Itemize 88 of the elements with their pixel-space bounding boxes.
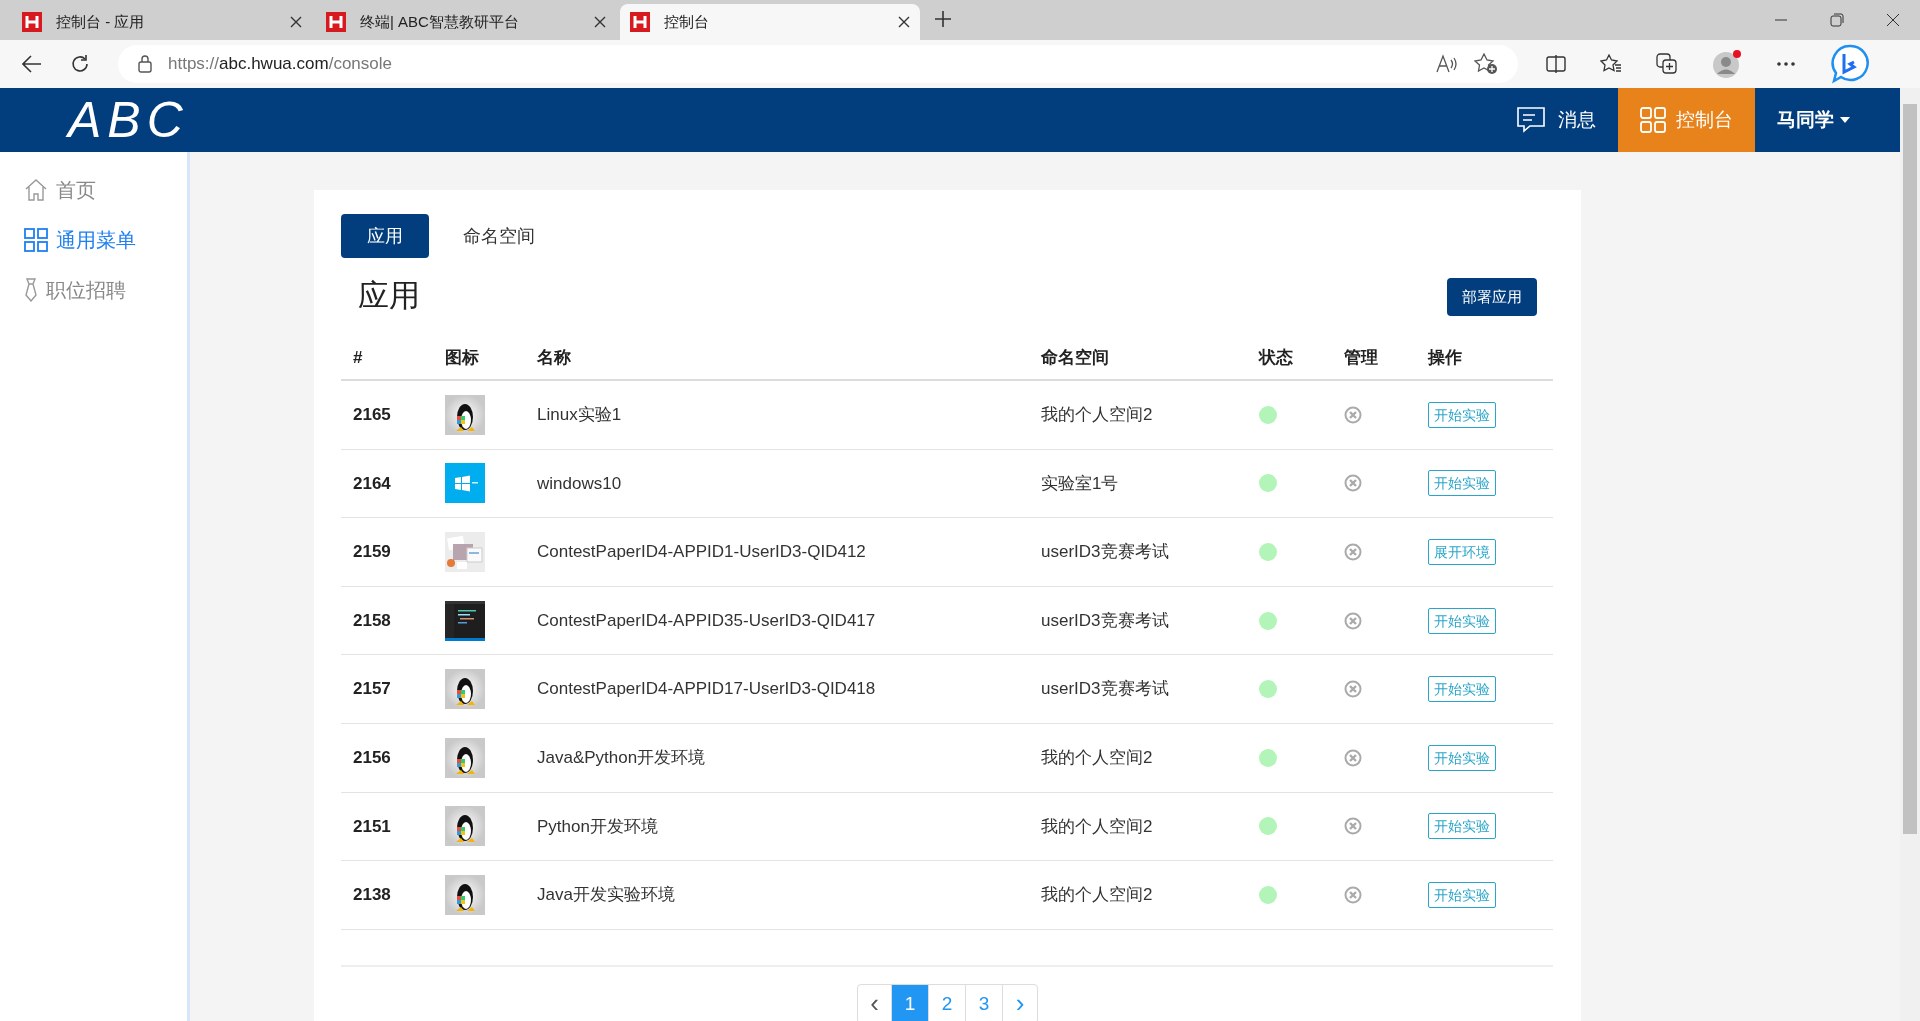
sidebar-item[interactable]: 首页 <box>24 176 187 204</box>
grid-icon <box>1640 107 1666 133</box>
site-icon <box>22 12 42 32</box>
app-name: Java开发实验环境 <box>537 885 675 905</box>
namespace-name: 实验室1号 <box>1041 473 1119 493</box>
namespace-name: userID3竞赛考试 <box>1041 542 1169 562</box>
back-icon[interactable] <box>22 55 42 73</box>
new-tab-icon[interactable] <box>934 10 952 28</box>
namespace-name: 我的个人空间2 <box>1041 405 1153 425</box>
namespace-name: userID3竞赛考试 <box>1041 610 1169 630</box>
header-nav-item[interactable]: 消息 <box>1494 88 1618 152</box>
url-text: https://abc.hwua.com/console <box>168 53 393 76</box>
add-favorite-icon[interactable] <box>1474 53 1498 75</box>
split-screen-icon[interactable] <box>1546 54 1566 74</box>
column-header: 操作 <box>1428 347 1462 367</box>
app-name: Java&Python开发环境 <box>537 748 706 767</box>
app-name: Linux实验1 <box>537 405 622 425</box>
profile-avatar-icon[interactable] <box>1712 49 1742 79</box>
more-icon[interactable] <box>1776 61 1796 67</box>
chat-assistant-icon[interactable] <box>1830 44 1870 84</box>
close-icon[interactable] <box>290 16 302 28</box>
namespace-name: userID3竞赛考试 <box>1041 679 1169 699</box>
app-name: ContestPaperID4-APPID1-UserID3-QID412 <box>537 542 866 562</box>
user-menu[interactable]: 马同学 <box>1755 88 1900 152</box>
namespace-name: 我的个人空间2 <box>1041 816 1153 836</box>
content-tab[interactable]: 应用 <box>341 214 429 258</box>
sidebar-item[interactable]: 通用菜单 <box>24 226 187 254</box>
site-icon <box>326 12 346 32</box>
close-icon[interactable] <box>594 16 606 28</box>
home-icon <box>24 178 48 202</box>
lock-icon <box>138 55 152 73</box>
header-nav-item[interactable]: 控制台 <box>1618 88 1755 152</box>
start-lab-button[interactable]: 开始实验 <box>1428 470 1496 497</box>
page-link[interactable]: 3 <box>966 984 1003 1021</box>
app-id: 2158 <box>353 610 391 630</box>
column-header: 名称 <box>537 347 571 367</box>
content-tab[interactable]: 命名空间 <box>437 214 561 258</box>
message-icon <box>1516 106 1548 134</box>
namespace-name: 我的个人空间2 <box>1041 748 1153 767</box>
app-id: 2157 <box>353 679 391 699</box>
start-lab-button[interactable]: 开始实验 <box>1428 676 1496 703</box>
app-name: Python开发环境 <box>537 816 658 836</box>
start-lab-button[interactable]: 开始实验 <box>1428 881 1496 908</box>
tie-icon <box>24 278 38 302</box>
collections-icon[interactable] <box>1656 53 1678 75</box>
browser-tab[interactable]: 控制台 - 应用 <box>12 4 312 40</box>
close-icon[interactable] <box>898 16 910 28</box>
start-lab-button[interactable]: 开始实验 <box>1428 401 1496 428</box>
close-icon[interactable] <box>1886 13 1900 27</box>
restore-icon[interactable] <box>1830 13 1844 27</box>
column-header: 管理 <box>1344 347 1378 367</box>
tab-title: 终端| ABC智慧教研平台 <box>360 11 520 32</box>
start-lab-button[interactable]: 开始实验 <box>1428 744 1496 771</box>
column-header: # <box>353 347 363 367</box>
sidebar-item[interactable]: 职位招聘 <box>24 276 187 304</box>
app-name: windows10 <box>537 473 622 493</box>
namespace-name: 我的个人空间2 <box>1041 885 1153 905</box>
tab-title: 控制台 - 应用 <box>56 11 146 32</box>
start-lab-button[interactable]: 开始实验 <box>1428 813 1496 840</box>
app-name: ContestPaperID4-APPID17-UserID3-QID418 <box>537 679 876 699</box>
app-id: 2151 <box>353 816 391 836</box>
page-title: 应用 <box>358 276 420 315</box>
column-header: 命名空间 <box>1041 347 1109 367</box>
app-id: 2138 <box>353 885 391 905</box>
grid-icon <box>24 228 48 252</box>
caret-icon <box>1840 117 1850 123</box>
column-header: 状态 <box>1259 347 1293 367</box>
deploy-button[interactable]: 部署应用 <box>1447 278 1537 316</box>
page-link[interactable]: 2 <box>929 984 966 1021</box>
tab-title: 控制台 <box>664 11 710 32</box>
page-link[interactable]: 1 <box>892 984 929 1021</box>
app-name: ContestPaperID4-APPID35-UserID3-QID417 <box>537 610 876 630</box>
scrollbar[interactable] <box>1900 88 1920 1021</box>
app-id: 2159 <box>353 542 391 562</box>
app-id: 2164 <box>353 473 391 493</box>
start-lab-button[interactable]: 开始实验 <box>1428 607 1496 634</box>
browser-tab[interactable]: 控制台 <box>620 4 920 40</box>
read-aloud-icon[interactable] <box>1436 54 1458 74</box>
app-id: 2156 <box>353 748 391 767</box>
site-icon <box>630 12 650 32</box>
favorites-icon[interactable] <box>1600 54 1622 74</box>
browser-tab[interactable]: 终端| ABC智慧教研平台 <box>316 4 616 40</box>
column-header: 图标 <box>445 347 479 367</box>
start-lab-button[interactable]: 展开环境 <box>1428 539 1496 565</box>
app-id: 2165 <box>353 405 391 425</box>
next-page-link[interactable]: › <box>1003 984 1037 1021</box>
refresh-icon[interactable] <box>70 54 90 74</box>
address-bar[interactable]: https://abc.hwua.com/console <box>118 45 1518 83</box>
